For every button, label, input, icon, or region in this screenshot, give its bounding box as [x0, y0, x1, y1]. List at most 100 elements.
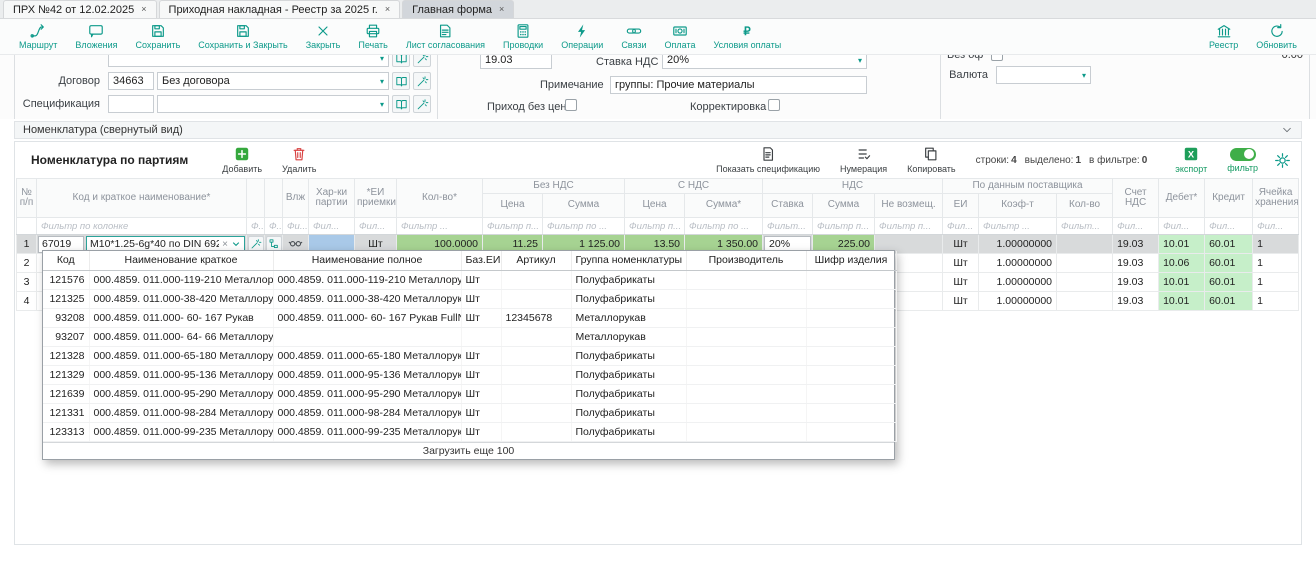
cell-debit[interactable]: 10.01 — [1159, 273, 1205, 292]
filter-cell[interactable]: Фильтр п... — [483, 218, 543, 235]
cell-credit[interactable]: 60.01 — [1205, 254, 1253, 273]
dropdown-column-header[interactable]: Баз.ЕИ — [461, 251, 501, 270]
tab-close-icon[interactable]: × — [385, 5, 390, 14]
column-header[interactable] — [247, 179, 265, 218]
cell-credit[interactable]: 60.01 — [1205, 273, 1253, 292]
currency-combobox[interactable]: ▾ — [996, 66, 1091, 84]
filter-cell[interactable]: Фил... — [1205, 218, 1253, 235]
numbering-button[interactable]: Нумерация — [840, 146, 887, 174]
column-header[interactable]: Ячейка хранения — [1253, 179, 1299, 218]
filter-cell[interactable]: Фильтр ... — [979, 218, 1057, 235]
dropdown-row[interactable]: 121639000.4859. 011.000-95-290 Металлору… — [43, 384, 896, 403]
cell-sqty[interactable] — [1057, 254, 1113, 273]
column-header[interactable]: Сумма — [543, 194, 625, 218]
tab-close-icon[interactable]: × — [141, 5, 146, 14]
column-header[interactable]: Цена — [625, 194, 685, 218]
filter-cell[interactable]: Ф... — [265, 218, 283, 235]
column-header[interactable]: Сумма* — [685, 194, 763, 218]
clear-icon[interactable]: × — [222, 239, 228, 250]
vat-account-input[interactable]: 19.03 — [480, 55, 552, 69]
save-close-button[interactable]: Сохранить и Закрыть — [189, 20, 296, 54]
dropdown-column-header[interactable]: Наименование краткое — [89, 251, 273, 270]
column-header[interactable]: Хар-ки партии — [309, 179, 355, 218]
dropdown-row[interactable]: 121576000.4859. 011.000-119-210 Металлор… — [43, 270, 896, 289]
chevron-down-icon[interactable] — [1281, 124, 1293, 136]
column-header[interactable]: Код и краткое наименование* — [37, 179, 247, 218]
filter-cell[interactable]: Фил... — [1253, 218, 1299, 235]
column-header[interactable]: Кол-во — [1057, 194, 1113, 218]
department-combobox[interactable]: ▾ — [108, 55, 389, 67]
tab[interactable]: Главная форма× — [402, 0, 514, 18]
dropdown-row[interactable]: 121329000.4859. 011.000-95-136 Металлору… — [43, 365, 896, 384]
delete-button[interactable]: Удалить — [282, 146, 316, 174]
tab-close-icon[interactable]: × — [499, 5, 504, 14]
registry-button[interactable]: Реестр — [1200, 20, 1247, 54]
cell-coef[interactable]: 1.00000000 — [979, 235, 1057, 254]
contract-combobox[interactable]: Без договора▾ — [157, 72, 389, 90]
column-header[interactable]: Кол-во* — [397, 179, 483, 218]
column-header[interactable]: Коэф-т — [979, 194, 1057, 218]
cell-num[interactable]: 1 — [17, 235, 37, 254]
column-header[interactable]: Цена — [483, 194, 543, 218]
cell-vat_acc[interactable]: 19.03 — [1113, 254, 1159, 273]
filter-cell[interactable]: Фильтр по ... — [543, 218, 625, 235]
no-price-checkbox[interactable] — [565, 99, 577, 111]
export-button[interactable]: X экспорт — [1175, 146, 1207, 174]
vat-rate-combobox[interactable]: 20%▾ — [662, 55, 867, 69]
add-button[interactable]: Добавить — [222, 146, 262, 174]
magic-wand-button[interactable] — [413, 95, 431, 113]
dropdown-row[interactable]: 121328000.4859. 011.000-65-180 Металлору… — [43, 346, 896, 365]
column-header[interactable]: Не возмещ. — [875, 194, 943, 218]
filter-cell[interactable]: Фильтр ... — [397, 218, 483, 235]
magic-wand-button[interactable] — [413, 72, 431, 90]
column-header[interactable]: Дебет* — [1159, 179, 1205, 218]
cell-cell[interactable]: 1 — [1253, 235, 1299, 254]
dictionary-button[interactable] — [392, 72, 410, 90]
note-input[interactable]: группы: Прочие материалы — [610, 76, 867, 94]
cell-vat_acc[interactable]: 19.03 — [1113, 235, 1159, 254]
refresh-button[interactable]: Обновить — [1247, 20, 1306, 54]
filter-cell[interactable]: Фил... — [355, 218, 397, 235]
filter-cell[interactable]: Фильт... — [1057, 218, 1113, 235]
filter-cell[interactable]: Фил... — [309, 218, 355, 235]
dropdown-column-header[interactable]: Код — [43, 251, 89, 270]
cell-coef[interactable]: 1.00000000 — [979, 254, 1057, 273]
route-button[interactable]: Маршрут — [10, 20, 66, 54]
approval-button[interactable]: Лист согласования — [397, 20, 494, 54]
copy-button[interactable]: Копировать — [907, 146, 955, 174]
cell-num[interactable]: 3 — [17, 273, 37, 292]
operations-button[interactable]: Операции — [552, 20, 612, 54]
dropdown-column-header[interactable]: Группа номенклатуры — [571, 251, 686, 270]
column-header[interactable]: № п/п — [17, 179, 37, 218]
filter-cell[interactable]: Фильтр по колонке — [37, 218, 247, 235]
contract-code-input[interactable]: 34663 — [108, 72, 154, 90]
cell-sqty[interactable] — [1057, 292, 1113, 311]
dropdown-column-header[interactable]: Шифр изделия — [806, 251, 896, 270]
view-attachments-icon[interactable] — [288, 235, 303, 250]
print-button[interactable]: Печать — [349, 20, 396, 54]
dropdown-column-header[interactable]: Производитель — [686, 251, 806, 270]
magic-wand-button[interactable] — [413, 55, 431, 67]
cell-vat_acc[interactable]: 19.03 — [1113, 273, 1159, 292]
tab[interactable]: ПРХ №42 от 12.02.2025× — [3, 0, 157, 18]
cell-debit[interactable]: 10.01 — [1159, 235, 1205, 254]
filter-cell[interactable]: Фильтр п... — [625, 218, 685, 235]
cell-cell[interactable]: 1 — [1253, 254, 1299, 273]
cell-vat_acc[interactable]: 19.03 — [1113, 292, 1159, 311]
filter-cell[interactable] — [17, 218, 37, 235]
dictionary-button[interactable] — [392, 55, 410, 67]
cell-debit[interactable]: 10.06 — [1159, 254, 1205, 273]
cell-sei[interactable]: Шт — [943, 292, 979, 311]
tab[interactable]: Приходная накладная - Реестр за 2025 г.× — [159, 0, 401, 18]
filter-cell[interactable]: Фильтр п... — [813, 218, 875, 235]
filter-cell[interactable]: Фильт... — [763, 218, 813, 235]
column-header[interactable]: *ЕИ приемки — [355, 179, 397, 218]
filter-cell[interactable]: Ф... — [247, 218, 265, 235]
postings-button[interactable]: Проводки — [494, 20, 552, 54]
column-header[interactable]: ЕИ — [943, 194, 979, 218]
specification-combobox[interactable]: ▾ — [157, 95, 389, 113]
filter-cell[interactable]: Фильтр п... — [875, 218, 943, 235]
cell-coef[interactable]: 1.00000000 — [979, 292, 1057, 311]
without-checkbox[interactable] — [991, 55, 1003, 61]
cell-sei[interactable]: Шт — [943, 235, 979, 254]
